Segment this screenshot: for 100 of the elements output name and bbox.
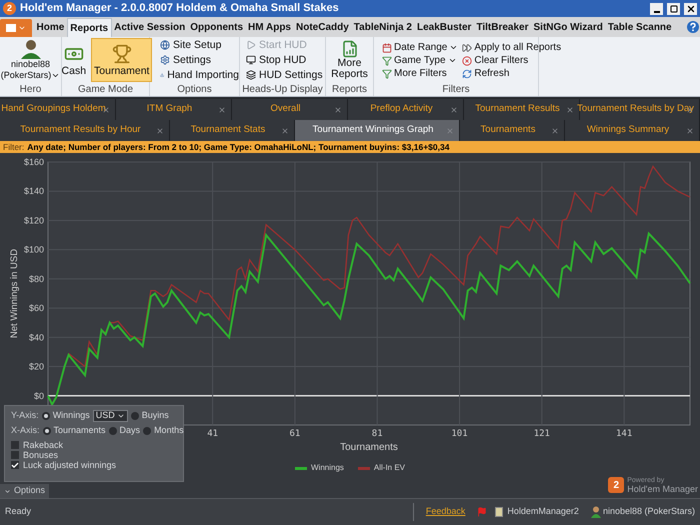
ribbon-tab[interactable]: HM Apps: [246, 18, 294, 37]
filter-label: Filter:: [3, 142, 24, 152]
layers-icon: [246, 70, 256, 80]
ribbon-tab[interactable]: Active Session: [112, 18, 188, 37]
close-icon[interactable]: [686, 126, 694, 134]
checkbox-label: Bonuses: [23, 450, 58, 460]
window-title: Hold'em Manager - 2.0.0.8007 Holdem & Omaha Small Stakes: [20, 1, 340, 16]
flag-icon[interactable]: [477, 507, 488, 517]
close-icon[interactable]: [566, 106, 574, 114]
ribbon-tab[interactable]: Opponents: [188, 18, 246, 37]
ribbon-tab[interactable]: Home: [34, 18, 67, 37]
help-icon[interactable]: [687, 21, 699, 33]
x-tick-label: 61: [290, 429, 300, 439]
radio-button[interactable]: [130, 412, 139, 420]
checkbox-label: Luck adjusted winnings: [23, 460, 116, 470]
radio-label: Winnings: [52, 408, 90, 422]
checkbox[interactable]: [11, 461, 19, 469]
calendar-icon: [382, 42, 392, 52]
x-tick-label: 121: [534, 429, 550, 439]
close-icon[interactable]: [686, 106, 694, 114]
caret-icon: [18, 24, 26, 32]
options-item[interactable]: Settings: [160, 53, 239, 67]
close-icon[interactable]: [156, 126, 164, 134]
game-mode-button[interactable]: Tournament: [91, 38, 152, 82]
ribbon-tab[interactable]: NoteCaddy: [294, 18, 352, 37]
report-tab[interactable]: Preflop Activity: [348, 99, 464, 120]
group-label: Hero: [20, 84, 42, 94]
filter-item[interactable]: Clear Filters: [462, 54, 562, 67]
y-tick-label: $160: [24, 157, 44, 167]
report-tab[interactable]: Tournament Winnings Graph: [295, 120, 460, 141]
hero-selector[interactable]: ninobel88 (PokerStars): [0, 59, 60, 81]
app-logo: 2: [3, 2, 16, 15]
radio-button[interactable]: [108, 426, 117, 434]
refresh-icon: [462, 68, 472, 78]
close-icon[interactable]: [281, 126, 289, 134]
trophy-icon: [112, 44, 132, 64]
filter-item[interactable]: Refresh: [462, 67, 562, 80]
filter-item[interactable]: Date Range: [382, 41, 458, 54]
x-tick-label: 101: [451, 429, 468, 439]
user-name: ninobel88 (PokerStars): [602, 505, 695, 518]
hud-item[interactable]: HUD Settings: [246, 68, 325, 82]
y-tick-label: $140: [24, 186, 44, 196]
options-item[interactable]: Site Setup: [160, 38, 239, 52]
radio-button[interactable]: [42, 426, 51, 434]
maximize-button[interactable]: [667, 2, 680, 14]
y-tick-label: $80: [28, 274, 44, 284]
minimize-button[interactable]: [650, 2, 663, 14]
report-tab[interactable]: Hand Groupings Holdem: [0, 99, 116, 120]
close-icon[interactable]: [334, 106, 342, 114]
ribbon-tab[interactable]: TableNinja 2: [351, 18, 414, 37]
radio-button[interactable]: [143, 426, 152, 434]
options-item[interactable]: Hand Importing: [160, 68, 239, 82]
x-tick-label: 81: [372, 429, 383, 439]
ribbon-tab[interactable]: LeakBuster: [414, 18, 474, 37]
radio-label: Tournaments: [54, 424, 106, 437]
checkbox[interactable]: [11, 451, 19, 459]
feedback-link[interactable]: Feedback: [426, 505, 466, 519]
ribbon-tab[interactable]: TiltBreaker: [474, 18, 532, 37]
globe-icon: [160, 40, 170, 50]
ribbon-tab[interactable]: Table Scanne: [605, 18, 674, 37]
report-icon: [340, 40, 358, 58]
caret-icon: [51, 71, 60, 80]
gear-icon: [160, 55, 170, 65]
close-button[interactable]: [684, 2, 697, 14]
group-label: Options: [177, 84, 212, 94]
report-tab[interactable]: Winnings Summary: [565, 120, 700, 141]
report-tab[interactable]: Overall: [232, 99, 348, 120]
report-tab[interactable]: Tournament Stats: [170, 120, 295, 141]
y-tick-label: $100: [24, 244, 44, 255]
checkbox[interactable]: [11, 441, 19, 449]
report-tab[interactable]: ITM Graph: [116, 99, 232, 120]
game-mode-button[interactable]: Cash: [58, 38, 90, 82]
y-tick-label: $40: [28, 332, 44, 342]
report-tab[interactable]: Tournaments: [460, 120, 565, 141]
ribbon-tab[interactable]: Reports: [66, 18, 112, 37]
filter-item[interactable]: Game Type: [382, 54, 458, 67]
y-tick-label: $120: [24, 215, 44, 226]
x-tick-label: 41: [207, 429, 218, 439]
filter-item[interactable]: Apply to all Reports: [462, 41, 562, 54]
window-icon: [6, 24, 16, 32]
hud-item[interactable]: Stop HUD: [246, 53, 325, 67]
x-tick-label: 141: [616, 429, 632, 439]
close-icon[interactable]: [551, 126, 559, 134]
application-menu-button[interactable]: [0, 19, 32, 37]
more-reports-button[interactable]: More Reports: [330, 40, 370, 80]
close-icon[interactable]: [218, 106, 226, 114]
filter-item[interactable]: More Filters: [382, 67, 458, 80]
options-toggle[interactable]: Options: [0, 484, 50, 498]
download-icon: [160, 70, 164, 80]
currency-dropdown[interactable]: USD: [92, 410, 128, 422]
close-icon[interactable]: [450, 106, 458, 114]
report-tab[interactable]: Tournament Results by Hour: [0, 120, 170, 141]
radio-label: Buyins: [142, 408, 169, 422]
radio-button[interactable]: [42, 412, 50, 420]
radio-label: Days: [120, 424, 140, 437]
checkbox-label: Rakeback: [23, 440, 64, 450]
filter-icon: [382, 68, 392, 78]
brand-logo: 2: [608, 477, 624, 493]
filter-summary: Any date; Number of players: From 2 to 10; Game Type: OmahaHiLoNL; Tournament buyins: $3,16+$0,34: [27, 142, 450, 152]
ribbon-tab[interactable]: SitNGo Wizard: [531, 18, 606, 37]
